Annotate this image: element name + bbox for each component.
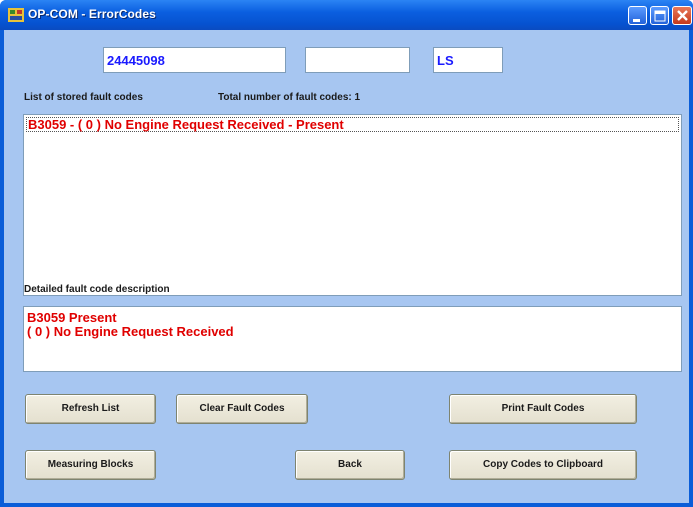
app-icon (8, 8, 24, 22)
module-number-field[interactable]: 24445098 (103, 47, 286, 73)
refresh-list-button[interactable]: Refresh List (25, 394, 156, 424)
detail-line-2: ( 0 ) No Engine Request Received (27, 324, 234, 339)
maximize-button[interactable] (650, 6, 669, 25)
list-item[interactable]: B3059 - ( 0 ) No Engine Request Received… (26, 117, 679, 132)
title-bar[interactable]: OP-COM - ErrorCodes (0, 0, 693, 30)
clear-fault-codes-button[interactable]: Clear Fault Codes (176, 394, 308, 424)
minimize-icon (633, 19, 640, 22)
fault-count-label: Total number of fault codes: 1 (218, 92, 361, 103)
fault-list-label: List of stored fault codes (24, 92, 143, 103)
minimize-button[interactable] (628, 6, 647, 25)
measuring-blocks-button[interactable]: Measuring Blocks (25, 450, 156, 480)
error-codes-window: OP-COM - ErrorCodes 24445098 LS List of … (0, 0, 693, 507)
detail-description-box[interactable]: B3059 Present ( 0 ) No Engine Request Re… (23, 306, 682, 372)
copy-to-clipboard-button[interactable]: Copy Codes to Clipboard (449, 450, 637, 480)
detail-line-1: B3059 Present (27, 310, 117, 325)
secondary-field[interactable] (305, 47, 410, 73)
maximize-icon (654, 10, 666, 22)
detail-label: Detailed fault code description (24, 284, 170, 295)
client-area: 24445098 LS List of stored fault codes T… (4, 30, 689, 503)
close-icon (677, 10, 688, 21)
back-button[interactable]: Back (295, 450, 405, 480)
module-code-field[interactable]: LS (433, 47, 503, 73)
print-fault-codes-button[interactable]: Print Fault Codes (449, 394, 637, 424)
window-title: OP-COM - ErrorCodes (28, 7, 156, 21)
fault-code-list[interactable]: B3059 - ( 0 ) No Engine Request Received… (23, 114, 682, 296)
close-button[interactable] (672, 6, 692, 25)
